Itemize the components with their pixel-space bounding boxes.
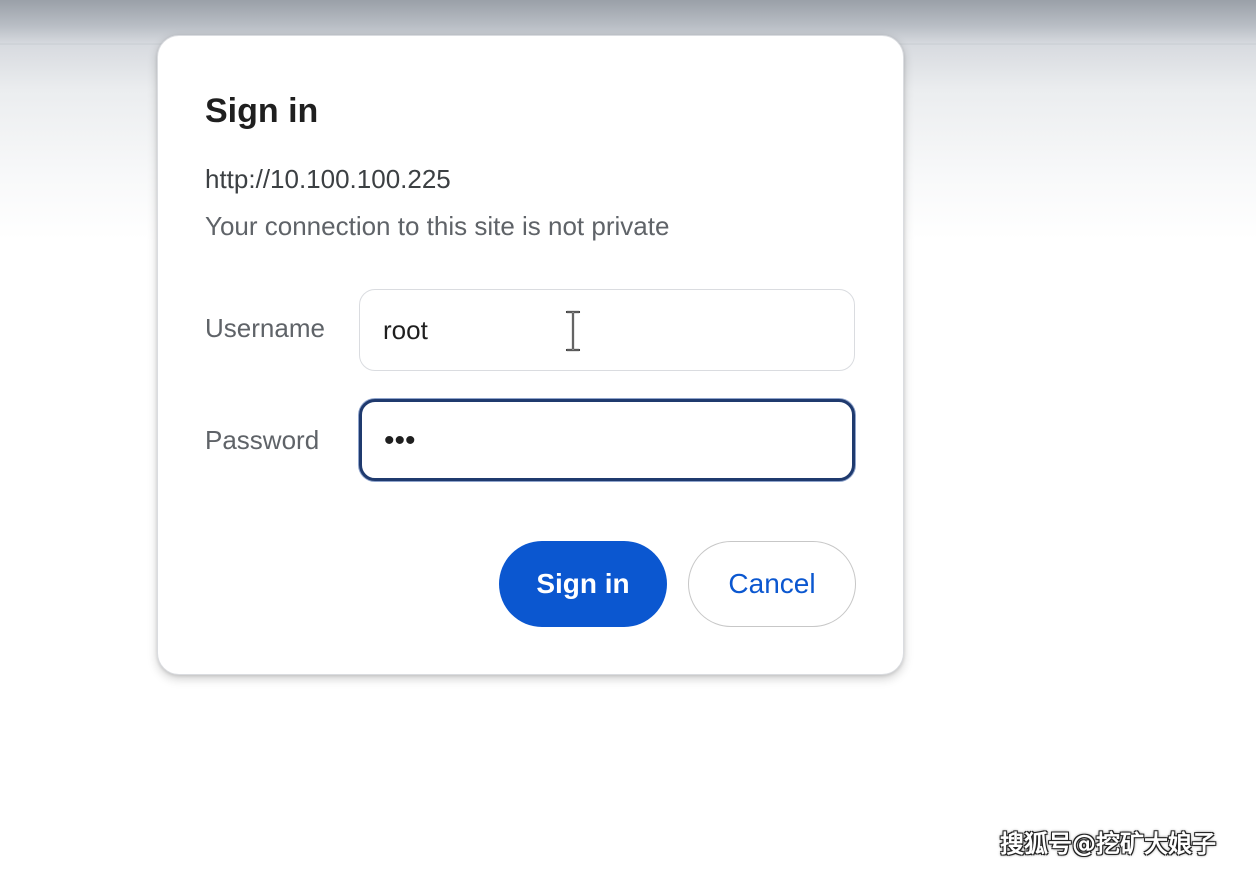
- watermark: 搜狐号@挖矿大娘子: [1000, 830, 1216, 858]
- sign-in-button[interactable]: Sign in: [499, 541, 667, 627]
- password-field[interactable]: •••: [359, 399, 855, 481]
- text-cursor-icon: [565, 310, 581, 352]
- username-value: root: [383, 315, 428, 345]
- cancel-button[interactable]: Cancel: [688, 541, 856, 627]
- username-label: Username: [205, 313, 325, 343]
- dialog-title: Sign in: [205, 92, 319, 130]
- password-masked-value: •••: [384, 424, 416, 457]
- username-field[interactable]: root: [359, 289, 855, 371]
- connection-warning: Your connection to this site is not priv…: [205, 211, 670, 241]
- site-url: http://10.100.100.225: [205, 164, 451, 194]
- password-label: Password: [205, 425, 320, 455]
- sign-in-dialog: Sign in http://10.100.100.225 Your conne…: [157, 35, 904, 675]
